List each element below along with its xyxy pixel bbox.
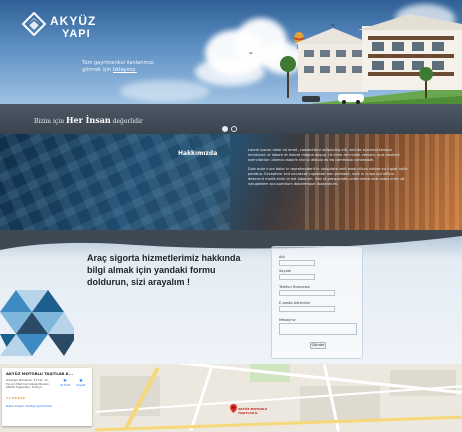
submit-button[interactable]: Gönder bbox=[310, 342, 326, 349]
cloud bbox=[195, 58, 265, 86]
directions-button[interactable]: ➤ Yol Tarifi bbox=[58, 378, 72, 387]
email-label: E-posta Adresiniz bbox=[279, 301, 310, 305]
cloud bbox=[120, 80, 210, 102]
about-text: Lorem ipsum dolor sit amet, consectetur … bbox=[248, 148, 410, 187]
map-pin-label: AKYÜZ MOTORLU TAŞITLAR K. bbox=[238, 407, 268, 415]
brand-logo[interactable]: AKYÜZ YAPI bbox=[22, 12, 112, 46]
about-paragraph-1: Lorem ipsum dolor sit amet, consectetur … bbox=[248, 148, 400, 162]
slogan: Bizim için Her İnsan değerlidir bbox=[34, 115, 143, 125]
slider-dots bbox=[222, 126, 237, 132]
slogan-bar: Bizim için Her İnsan değerlidir bbox=[0, 104, 462, 134]
map-highway bbox=[95, 415, 462, 432]
save-button[interactable]: ★ Kaydet bbox=[74, 378, 88, 387]
map-road bbox=[189, 365, 214, 431]
place-title: AKYÜZ MOTORLU TAŞITLAR K... bbox=[6, 371, 74, 376]
surname-input[interactable] bbox=[279, 274, 315, 280]
surname-label: Soyadı bbox=[279, 269, 292, 273]
about-title: Hakkımızda bbox=[178, 150, 218, 157]
residential-buildings-image bbox=[280, 14, 462, 104]
phone-input[interactable] bbox=[279, 290, 335, 296]
message-textarea[interactable] bbox=[279, 323, 357, 335]
contact-section: Araç sigorta hizmetlerimiz hakkında bilg… bbox=[0, 230, 462, 364]
slogan-highlight: Her İnsan bbox=[66, 115, 111, 125]
about-paragraph-2: Duis aute irure dolor in reprehenderit i… bbox=[248, 167, 408, 186]
name-input[interactable] bbox=[279, 260, 315, 266]
slider-dot-1[interactable] bbox=[222, 126, 228, 132]
contact-form: Adı Soyadı Telefon Numarası E-posta Adre… bbox=[271, 246, 363, 359]
slogan-pre: Bizim için bbox=[34, 118, 65, 125]
listing-promo: Tüm gayrimenkul ilanlarımızı görmek için… bbox=[82, 60, 172, 74]
directions-label: Yol Tarifi bbox=[59, 384, 71, 387]
listings-link[interactable]: tıklayınız. bbox=[113, 67, 137, 73]
glass-building-image bbox=[0, 134, 230, 230]
message-label: Mesajınız bbox=[279, 318, 296, 322]
bird-icon: ⌄ bbox=[248, 48, 254, 56]
hero-banner: AKYÜZ YAPI Tüm gayrimenkul ilanlarımızı … bbox=[0, 0, 462, 104]
place-rating: 4.5 ★★★★★ bbox=[6, 396, 26, 400]
triangle-pattern bbox=[0, 290, 74, 356]
slider-dot-2[interactable] bbox=[231, 126, 237, 132]
brand-name-line1: AKYÜZ bbox=[50, 14, 97, 28]
phone-label: Telefon Numarası bbox=[279, 285, 311, 289]
email-input[interactable] bbox=[279, 306, 335, 312]
save-label: Kaydet bbox=[76, 384, 86, 387]
about-section: Hakkımızda Lorem ipsum dolor sit amet, c… bbox=[0, 134, 462, 230]
larger-map-link[interactable]: Daha büyük haritayı görüntüle bbox=[6, 404, 52, 408]
map-pin-icon[interactable] bbox=[230, 404, 237, 413]
contact-heading: Araç sigorta hizmetlerimiz hakkında bilg… bbox=[87, 253, 241, 287]
location-map[interactable]: AKYÜZ MOTORLU TAŞITLAR K... Ortakapı Mah… bbox=[0, 364, 462, 432]
brand-name-line2: YAPI bbox=[62, 28, 91, 40]
map-place-card: AKYÜZ MOTORLU TAŞITLAR K... Ortakapı Mah… bbox=[2, 368, 92, 426]
name-label: Adı bbox=[279, 255, 285, 259]
place-address: Ortakapı Mahallesi, 67741. Sk. Fenerli M… bbox=[6, 378, 50, 390]
slogan-post: değerlidir bbox=[112, 118, 143, 125]
logo-diamond-icon bbox=[22, 12, 46, 36]
